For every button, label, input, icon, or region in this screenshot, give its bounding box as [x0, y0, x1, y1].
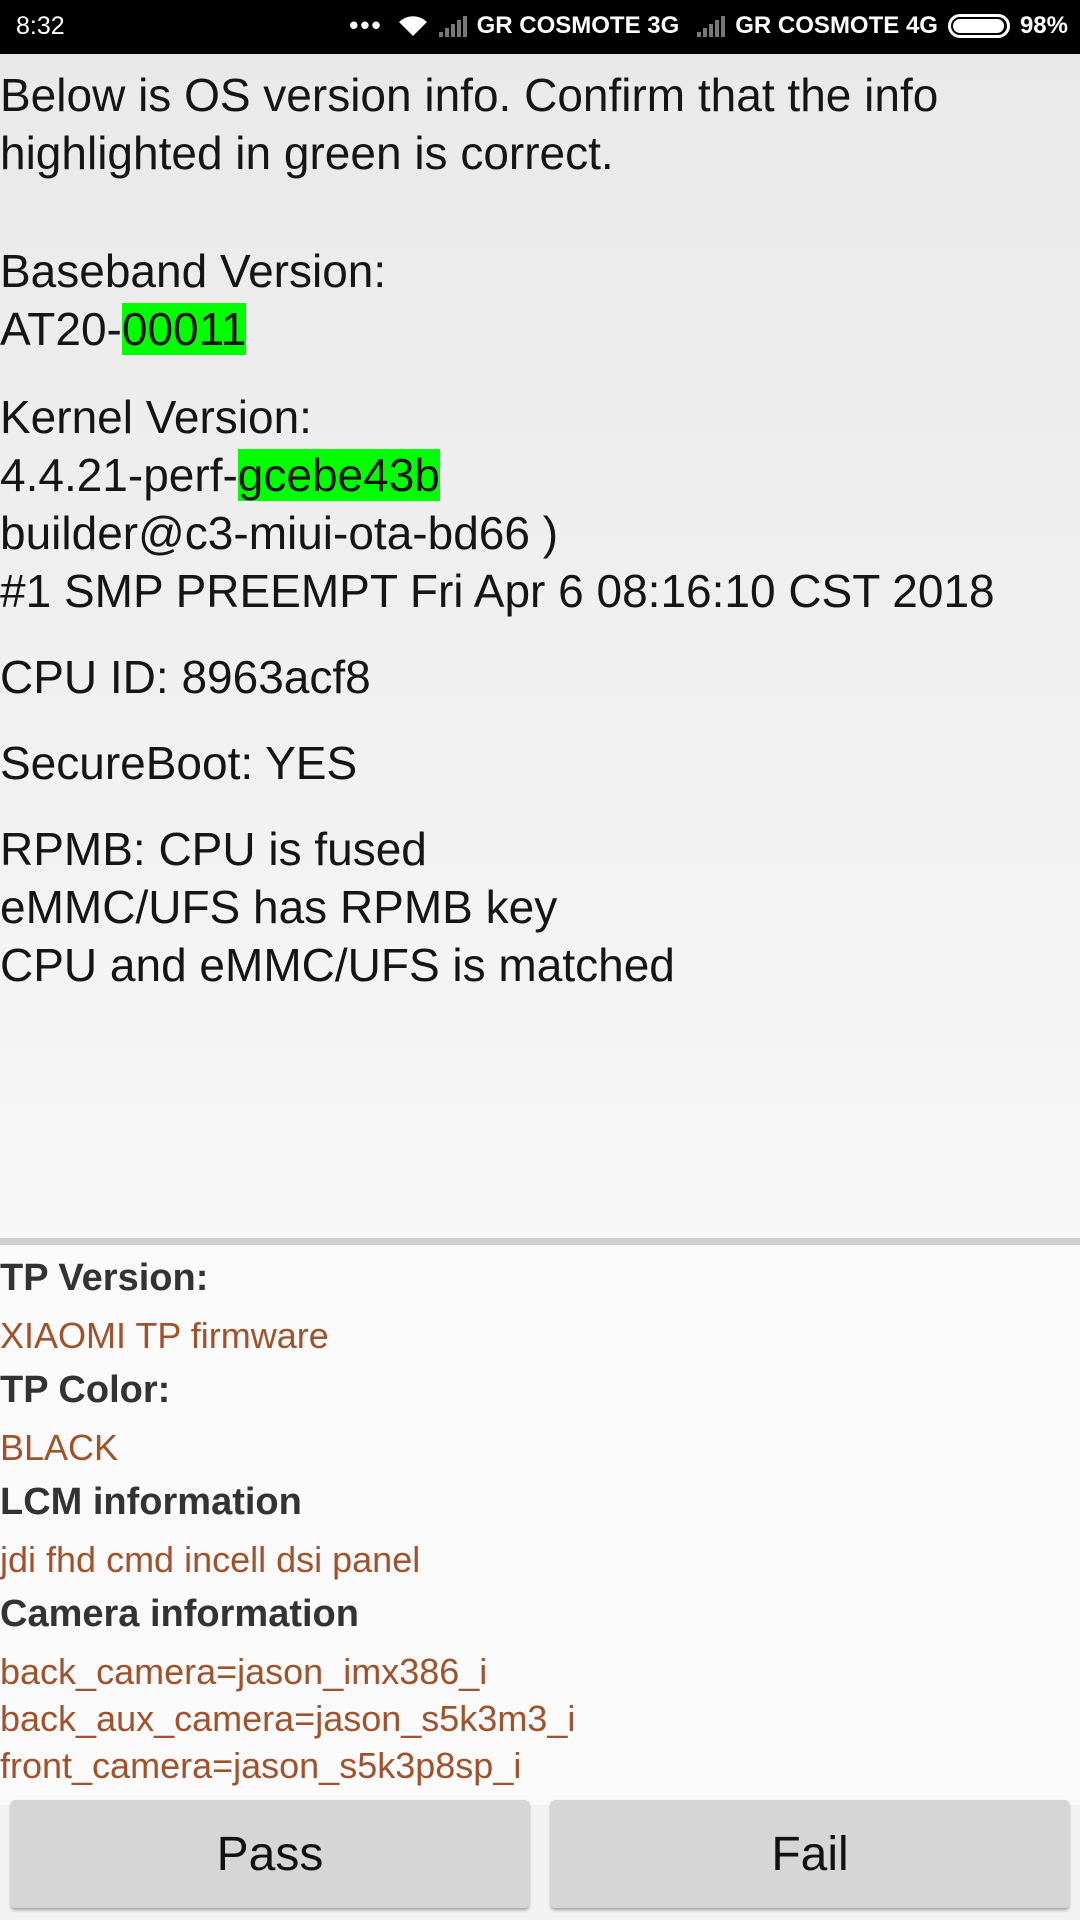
rpmb-line-2: eMMC/UFS has RPMB key: [0, 881, 558, 933]
battery-fill: [952, 18, 1004, 33]
carrier-3g: GR COSMOTE 3G: [476, 11, 680, 39]
tp-version-value: XIAOMI TP firmware: [0, 1315, 329, 1356]
section-divider: [0, 1238, 1080, 1245]
lcm-value: jdi fhd cmd incell dsi panel: [0, 1539, 421, 1580]
camera-label: Camera information: [0, 1593, 359, 1635]
carrier-4g: GR COSMOTE 4G: [735, 11, 938, 39]
camera-front: front_camera=jason_s5k3p8sp_i: [0, 1745, 522, 1786]
signal-icon-1: [438, 15, 467, 37]
intro-line-2: highlighted in green is correct.: [0, 127, 614, 179]
battery-icon: [947, 13, 1010, 38]
lcm-label: LCM information: [0, 1481, 302, 1523]
camera-back-aux: back_aux_camera=jason_s5k3m3_i: [0, 1698, 576, 1739]
tp-color-value: BLACK: [0, 1427, 119, 1468]
status-time: 8:32: [16, 12, 65, 40]
more-notifications-icon: •••: [349, 10, 383, 40]
signal-icon-2: [697, 15, 726, 37]
rpmb-line-3: CPU and eMMC/UFS is matched: [0, 939, 675, 991]
baseband-value: AT20-00011: [0, 300, 1075, 358]
os-info-panel: Below is OS version info. Confirm that t…: [0, 54, 1080, 1238]
os-info-text: Below is OS version info. Confirm that t…: [0, 66, 1075, 994]
camera-back: back_camera=jason_imx386_i: [0, 1651, 488, 1692]
fail-button[interactable]: Fail: [551, 1800, 1069, 1908]
kernel-prefix: 4.4.21-perf-: [0, 449, 238, 501]
baseband-prefix: AT20-: [0, 303, 122, 355]
tp-color-label: TP Color:: [0, 1369, 171, 1411]
baseband-label: Baseband Version:: [0, 245, 387, 297]
pass-button[interactable]: Pass: [11, 1800, 529, 1908]
rpmb-line-1: RPMB: CPU is fused: [0, 823, 427, 875]
baseband-highlight: 00011: [121, 303, 247, 355]
kernel-build: #1 SMP PREEMPT Fri Apr 6 08:16:10 CST 20…: [0, 565, 995, 617]
hardware-details-panel: TP Version: XIAOMI TP firmware TP Color:…: [0, 1245, 1080, 1805]
secureboot: SecureBoot: YES: [0, 737, 358, 789]
status-icons: ••• GR COSMOTE 3G GR COSMOTE 4G 98%: [349, 10, 1068, 41]
tp-version-label: TP Version:: [0, 1257, 209, 1299]
kernel-highlight: gcebe43b: [237, 449, 440, 501]
intro-line-1: Below is OS version info. Confirm that t…: [0, 69, 939, 121]
battery-percent: 98%: [1019, 11, 1068, 39]
status-bar: 8:32 ••• GR COSMOTE 3G GR COSMOTE 4G 98%: [0, 0, 1080, 54]
kernel-label: Kernel Version:: [0, 391, 312, 443]
cpu-id: CPU ID: 8963acf8: [0, 651, 371, 703]
kernel-value: 4.4.21-perf-gcebe43b: [0, 446, 1075, 504]
kernel-builder: builder@c3-miui-ota-bd66 ): [0, 507, 559, 559]
wifi-icon: [398, 15, 427, 36]
